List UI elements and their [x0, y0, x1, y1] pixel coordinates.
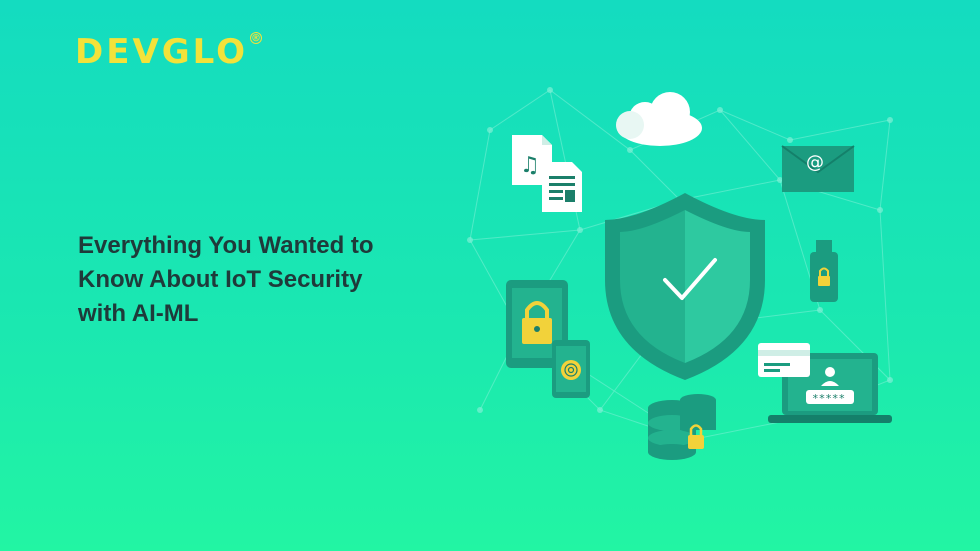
cloud-icon	[616, 92, 702, 146]
svg-text:@: @	[806, 152, 824, 173]
document-icon	[542, 162, 582, 212]
page-title: Everything You Wanted to Know About IoT …	[78, 229, 438, 331]
shield-check-icon	[605, 193, 765, 380]
phone-fingerprint-icon	[552, 340, 590, 398]
brand-logo[interactable]: DEVGLO ®	[75, 32, 263, 72]
email-icon: @	[781, 145, 855, 192]
registered-mark: ®	[250, 32, 263, 44]
svg-text:♫: ♫	[520, 153, 540, 178]
headline-line-2: Know About IoT Security	[78, 266, 363, 293]
headline-line-3: with AI-ML	[78, 300, 199, 327]
headline-line-1: Everything You Wanted to	[78, 232, 374, 259]
svg-text:*****: *****	[812, 392, 845, 405]
credit-card-icon	[758, 343, 810, 377]
database-lock-icon	[648, 394, 716, 460]
usb-lock-icon	[810, 240, 838, 302]
iot-security-illustration: ♫ @ *****	[467, 87, 893, 460]
logo-text: DEVGLO	[75, 32, 249, 72]
